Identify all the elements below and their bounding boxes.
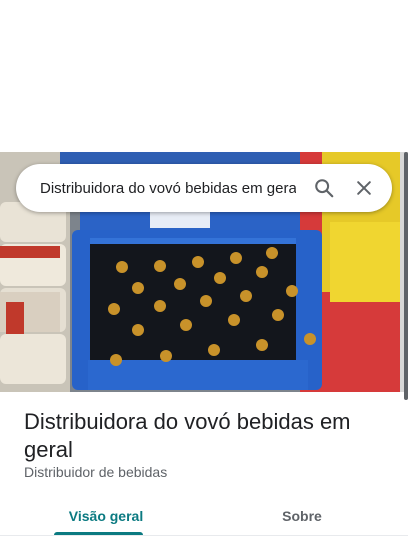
search-input[interactable]: Distribuidora do vovó bebidas em geral (40, 180, 296, 197)
search-bar[interactable]: Distribuidora do vovó bebidas em geral (16, 164, 392, 212)
place-category: Distribuidor de bebidas (24, 464, 168, 480)
clear-search-button[interactable] (344, 168, 384, 208)
scrollbar[interactable] (404, 152, 408, 400)
close-icon (357, 181, 371, 195)
place-title: Distribuidora do vovó bebidas em geral (24, 409, 351, 462)
search-button[interactable] (304, 168, 344, 208)
tab-about-label: Sobre (282, 507, 322, 524)
tab-bar: Visão geral Sobre (0, 496, 408, 536)
tab-overview-label: Visão geral (68, 507, 144, 524)
search-icon (315, 179, 334, 198)
tab-overview[interactable]: Visão geral (24, 496, 188, 535)
tab-about[interactable]: Sobre (220, 496, 384, 535)
tab-selected-indicator (54, 532, 143, 535)
